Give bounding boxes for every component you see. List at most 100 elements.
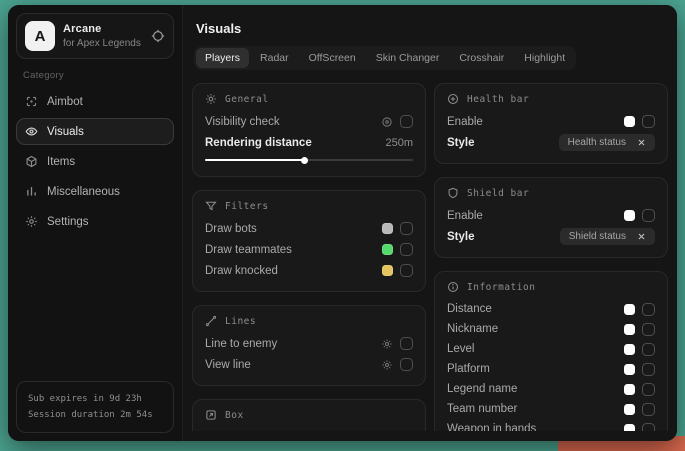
setting-label: Legend name [447, 383, 517, 395]
weapon-in-hands-checkbox[interactable] [642, 423, 655, 432]
row-controls [624, 343, 655, 356]
setting-label: Draw teammates [205, 244, 292, 256]
draw-teammates-checkbox[interactable] [400, 243, 413, 256]
platform-checkbox[interactable] [642, 363, 655, 376]
tab-highlight[interactable]: Highlight [515, 48, 574, 68]
view-line-checkbox[interactable] [400, 358, 413, 371]
color-swatch[interactable] [382, 244, 393, 255]
rendering-distance-slider[interactable] [205, 155, 413, 166]
setting-label: Platform [447, 363, 490, 375]
nickname-row: Nickname [447, 319, 655, 339]
setting-label: Style [447, 231, 475, 243]
sidebar-item-label: Aimbot [47, 96, 83, 108]
sidebar-item-label: Settings [47, 216, 89, 228]
row-controls [624, 303, 655, 316]
information-card-header: Information [447, 281, 655, 293]
setting-label: Nickname [447, 323, 498, 335]
selected-option: Health status [568, 137, 626, 148]
color-swatch[interactable] [624, 344, 635, 355]
color-swatch[interactable] [624, 404, 635, 415]
row-controls [624, 115, 655, 128]
sidebar-item-items[interactable]: Items [16, 148, 174, 175]
close-icon[interactable] [637, 138, 646, 147]
lines-card: Lines Line to enemy View line [192, 305, 426, 386]
visibility-check-row: Visibility check [205, 111, 413, 132]
color-swatch[interactable] [624, 424, 635, 432]
section-title: Filters [225, 201, 269, 212]
shield-style-select[interactable]: Shield status [560, 228, 655, 245]
setting-label: Level [447, 343, 475, 355]
health-enable-row: Enable [447, 111, 655, 132]
settings-columns: General Visibility check Rendering dista… [192, 83, 668, 431]
cube-icon [25, 155, 38, 168]
shield-enable-row: Enable [447, 205, 655, 226]
selected-option: Shield status [569, 231, 626, 242]
sidebar-item-label: Items [47, 156, 75, 168]
tab-skin-changer[interactable]: Skin Changer [367, 48, 449, 68]
draw-bots-checkbox[interactable] [400, 222, 413, 235]
team-number-checkbox[interactable] [642, 403, 655, 416]
sidebar: A Arcane for Apex Legends Category Aimbo… [8, 5, 183, 441]
main-content: Visuals Players Radar OffScreen Skin Cha… [183, 5, 677, 441]
app-header-card: A Arcane for Apex Legends [16, 13, 174, 59]
row-controls [381, 115, 413, 128]
visibility-check-checkbox[interactable] [400, 115, 413, 128]
line-to-enemy-checkbox[interactable] [400, 337, 413, 350]
app-window: A Arcane for Apex Legends Category Aimbo… [8, 5, 677, 441]
setting-label: Enable [447, 116, 483, 128]
app-logo: A [25, 21, 55, 51]
gear-settings-icon[interactable] [381, 359, 393, 371]
plus-circle-icon [447, 93, 459, 105]
color-swatch[interactable] [382, 265, 393, 276]
box-enable-row: Enable [205, 427, 413, 431]
color-swatch[interactable] [624, 364, 635, 375]
right-column: Health bar Enable Style Health status [434, 83, 668, 431]
color-swatch[interactable] [624, 304, 635, 315]
setting-label: Weapon in hands [447, 423, 536, 431]
color-swatch[interactable] [624, 384, 635, 395]
tab-players[interactable]: Players [196, 48, 249, 68]
distance-checkbox[interactable] [642, 303, 655, 316]
sidebar-item-settings[interactable]: Settings [16, 208, 174, 235]
setting-label: View line [205, 359, 251, 371]
color-swatch[interactable] [624, 210, 635, 221]
section-title: Lines [225, 316, 256, 327]
shield-enable-checkbox[interactable] [642, 209, 655, 222]
health-enable-checkbox[interactable] [642, 115, 655, 128]
setting-label: Draw knocked [205, 265, 278, 277]
slider-fill [205, 159, 305, 161]
eye-icon [25, 125, 38, 138]
information-card: Information Distance Nickname [434, 271, 668, 431]
shield-icon [447, 187, 459, 199]
draw-knocked-checkbox[interactable] [400, 264, 413, 277]
sidebar-item-visuals[interactable]: Visuals [16, 118, 174, 145]
tab-radar[interactable]: Radar [251, 48, 298, 68]
platform-row: Platform [447, 359, 655, 379]
color-swatch[interactable] [624, 324, 635, 335]
draw-teammates-row: Draw teammates [205, 239, 413, 260]
legend-name-checkbox[interactable] [642, 383, 655, 396]
rendering-distance-row: Rendering distance 250m [205, 132, 413, 153]
row-controls [382, 243, 413, 256]
nickname-checkbox[interactable] [642, 323, 655, 336]
row-controls [624, 209, 655, 222]
sidebar-item-label: Miscellaneous [47, 186, 120, 198]
health-bar-card: Health bar Enable Style Health status [434, 83, 668, 164]
close-icon[interactable] [637, 232, 646, 241]
tab-crosshair[interactable]: Crosshair [450, 48, 513, 68]
setting-label: Style [447, 137, 475, 149]
slider-thumb[interactable] [301, 157, 308, 164]
level-checkbox[interactable] [642, 343, 655, 356]
target-icon[interactable] [151, 29, 165, 43]
sidebar-item-aimbot[interactable]: Aimbot [16, 88, 174, 115]
tab-offscreen[interactable]: OffScreen [300, 48, 365, 68]
health-style-select[interactable]: Health status [559, 134, 655, 151]
eye-settings-icon[interactable] [381, 116, 393, 128]
color-swatch[interactable] [382, 223, 393, 234]
setting-label: Draw bots [205, 223, 257, 235]
row-controls [624, 363, 655, 376]
sidebar-item-miscellaneous[interactable]: Miscellaneous [16, 178, 174, 205]
color-swatch[interactable] [624, 116, 635, 127]
section-title: Health bar [467, 94, 529, 105]
gear-settings-icon[interactable] [381, 338, 393, 350]
